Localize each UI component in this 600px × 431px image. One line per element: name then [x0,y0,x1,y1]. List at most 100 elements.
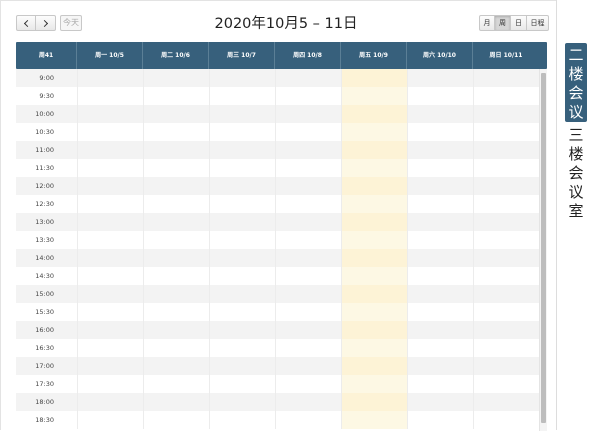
time-slot-cell[interactable] [143,69,209,87]
time-slot-cell[interactable] [77,105,143,123]
time-slot-cell[interactable] [341,141,407,159]
time-slot-cell[interactable] [407,213,473,231]
time-slot-cell[interactable] [341,105,407,123]
time-slot-cell[interactable] [341,69,407,87]
time-slot-cell[interactable] [473,321,539,339]
time-slot-cell[interactable] [473,375,539,393]
time-slot-cell[interactable] [77,339,143,357]
next-week-button[interactable] [36,15,56,31]
time-slot-cell[interactable] [341,375,407,393]
time-slot-cell[interactable] [473,231,539,249]
time-slot-cell[interactable] [209,303,275,321]
time-slot-cell[interactable] [341,87,407,105]
time-slot-cell[interactable] [275,249,341,267]
scrollbar-thumb[interactable] [541,73,546,423]
time-slot-cell[interactable] [473,159,539,177]
time-slot-cell[interactable] [407,285,473,303]
time-slot-cell[interactable] [341,285,407,303]
room-tab-floor-2[interactable]: 二楼会议室 [565,43,587,140]
time-slot-cell[interactable] [275,303,341,321]
time-slot-cell[interactable] [407,393,473,411]
view-agenda-button[interactable]: 日程 [527,15,549,31]
time-slot-cell[interactable] [77,177,143,195]
time-slot-cell[interactable] [77,285,143,303]
time-slot-cell[interactable] [143,267,209,285]
time-slot-cell[interactable] [473,105,539,123]
view-week-button[interactable]: 周 [495,15,511,31]
time-slot-cell[interactable] [77,141,143,159]
time-slot-cell[interactable] [341,339,407,357]
time-slot-cell[interactable] [407,105,473,123]
time-slot-cell[interactable] [275,393,341,411]
time-slot-cell[interactable] [143,123,209,141]
time-slot-cell[interactable] [407,69,473,87]
time-slot-cell[interactable] [209,285,275,303]
time-slot-cell[interactable] [473,195,539,213]
time-slot-cell[interactable] [209,177,275,195]
time-slot-cell[interactable] [275,375,341,393]
time-slot-cell[interactable] [275,123,341,141]
time-slot-cell[interactable] [341,123,407,141]
time-slot-cell[interactable] [209,213,275,231]
time-slot-cell[interactable] [143,393,209,411]
time-slot-cell[interactable] [407,159,473,177]
time-slot-cell[interactable] [473,87,539,105]
time-slot-cell[interactable] [407,375,473,393]
time-slot-cell[interactable] [77,375,143,393]
time-slot-cell[interactable] [341,231,407,249]
time-slot-cell[interactable] [209,231,275,249]
room-tab-floor-3[interactable]: 三楼会议室 [565,123,587,220]
time-slot-cell[interactable] [407,267,473,285]
time-slot-cell[interactable] [209,375,275,393]
time-slot-cell[interactable] [143,177,209,195]
time-slot-cell[interactable] [473,249,539,267]
time-slot-cell[interactable] [407,303,473,321]
time-slot-cell[interactable] [77,159,143,177]
time-slot-cell[interactable] [143,357,209,375]
time-slot-cell[interactable] [77,87,143,105]
time-slot-cell[interactable] [407,321,473,339]
time-slot-cell[interactable] [143,141,209,159]
time-slot-cell[interactable] [341,159,407,177]
time-slot-cell[interactable] [209,141,275,159]
time-slot-cell[interactable] [77,195,143,213]
time-slot-cell[interactable] [143,375,209,393]
time-slot-cell[interactable] [341,195,407,213]
time-slot-cell[interactable] [77,231,143,249]
time-slot-cell[interactable] [473,69,539,87]
time-slot-cell[interactable] [143,339,209,357]
time-slot-cell[interactable] [473,267,539,285]
time-slot-cell[interactable] [209,105,275,123]
today-button[interactable]: 今天 [60,15,82,31]
time-slot-cell[interactable] [407,411,473,429]
time-slot-cell[interactable] [275,321,341,339]
time-slot-cell[interactable] [341,411,407,429]
time-slot-cell[interactable] [77,213,143,231]
time-slot-cell[interactable] [275,339,341,357]
time-slot-cell[interactable] [473,303,539,321]
time-slot-cell[interactable] [341,303,407,321]
time-slot-cell[interactable] [275,159,341,177]
time-slot-cell[interactable] [341,393,407,411]
time-slot-cell[interactable] [209,159,275,177]
time-slot-cell[interactable] [473,411,539,429]
time-slot-cell[interactable] [473,393,539,411]
view-month-button[interactable]: 月 [479,15,495,31]
time-slot-cell[interactable] [275,411,341,429]
time-slot-cell[interactable] [341,213,407,231]
time-slot-cell[interactable] [275,267,341,285]
time-slot-cell[interactable] [407,195,473,213]
vertical-scrollbar[interactable] [539,69,547,431]
time-slot-cell[interactable] [473,177,539,195]
time-slot-cell[interactable] [143,159,209,177]
time-slot-cell[interactable] [143,105,209,123]
time-slot-cell[interactable] [275,285,341,303]
time-slot-cell[interactable] [407,231,473,249]
time-slot-cell[interactable] [77,303,143,321]
time-slot-cell[interactable] [77,267,143,285]
time-slot-cell[interactable] [77,69,143,87]
time-slot-cell[interactable] [143,303,209,321]
time-slot-cell[interactable] [275,105,341,123]
time-slot-cell[interactable] [209,123,275,141]
time-slot-cell[interactable] [407,357,473,375]
